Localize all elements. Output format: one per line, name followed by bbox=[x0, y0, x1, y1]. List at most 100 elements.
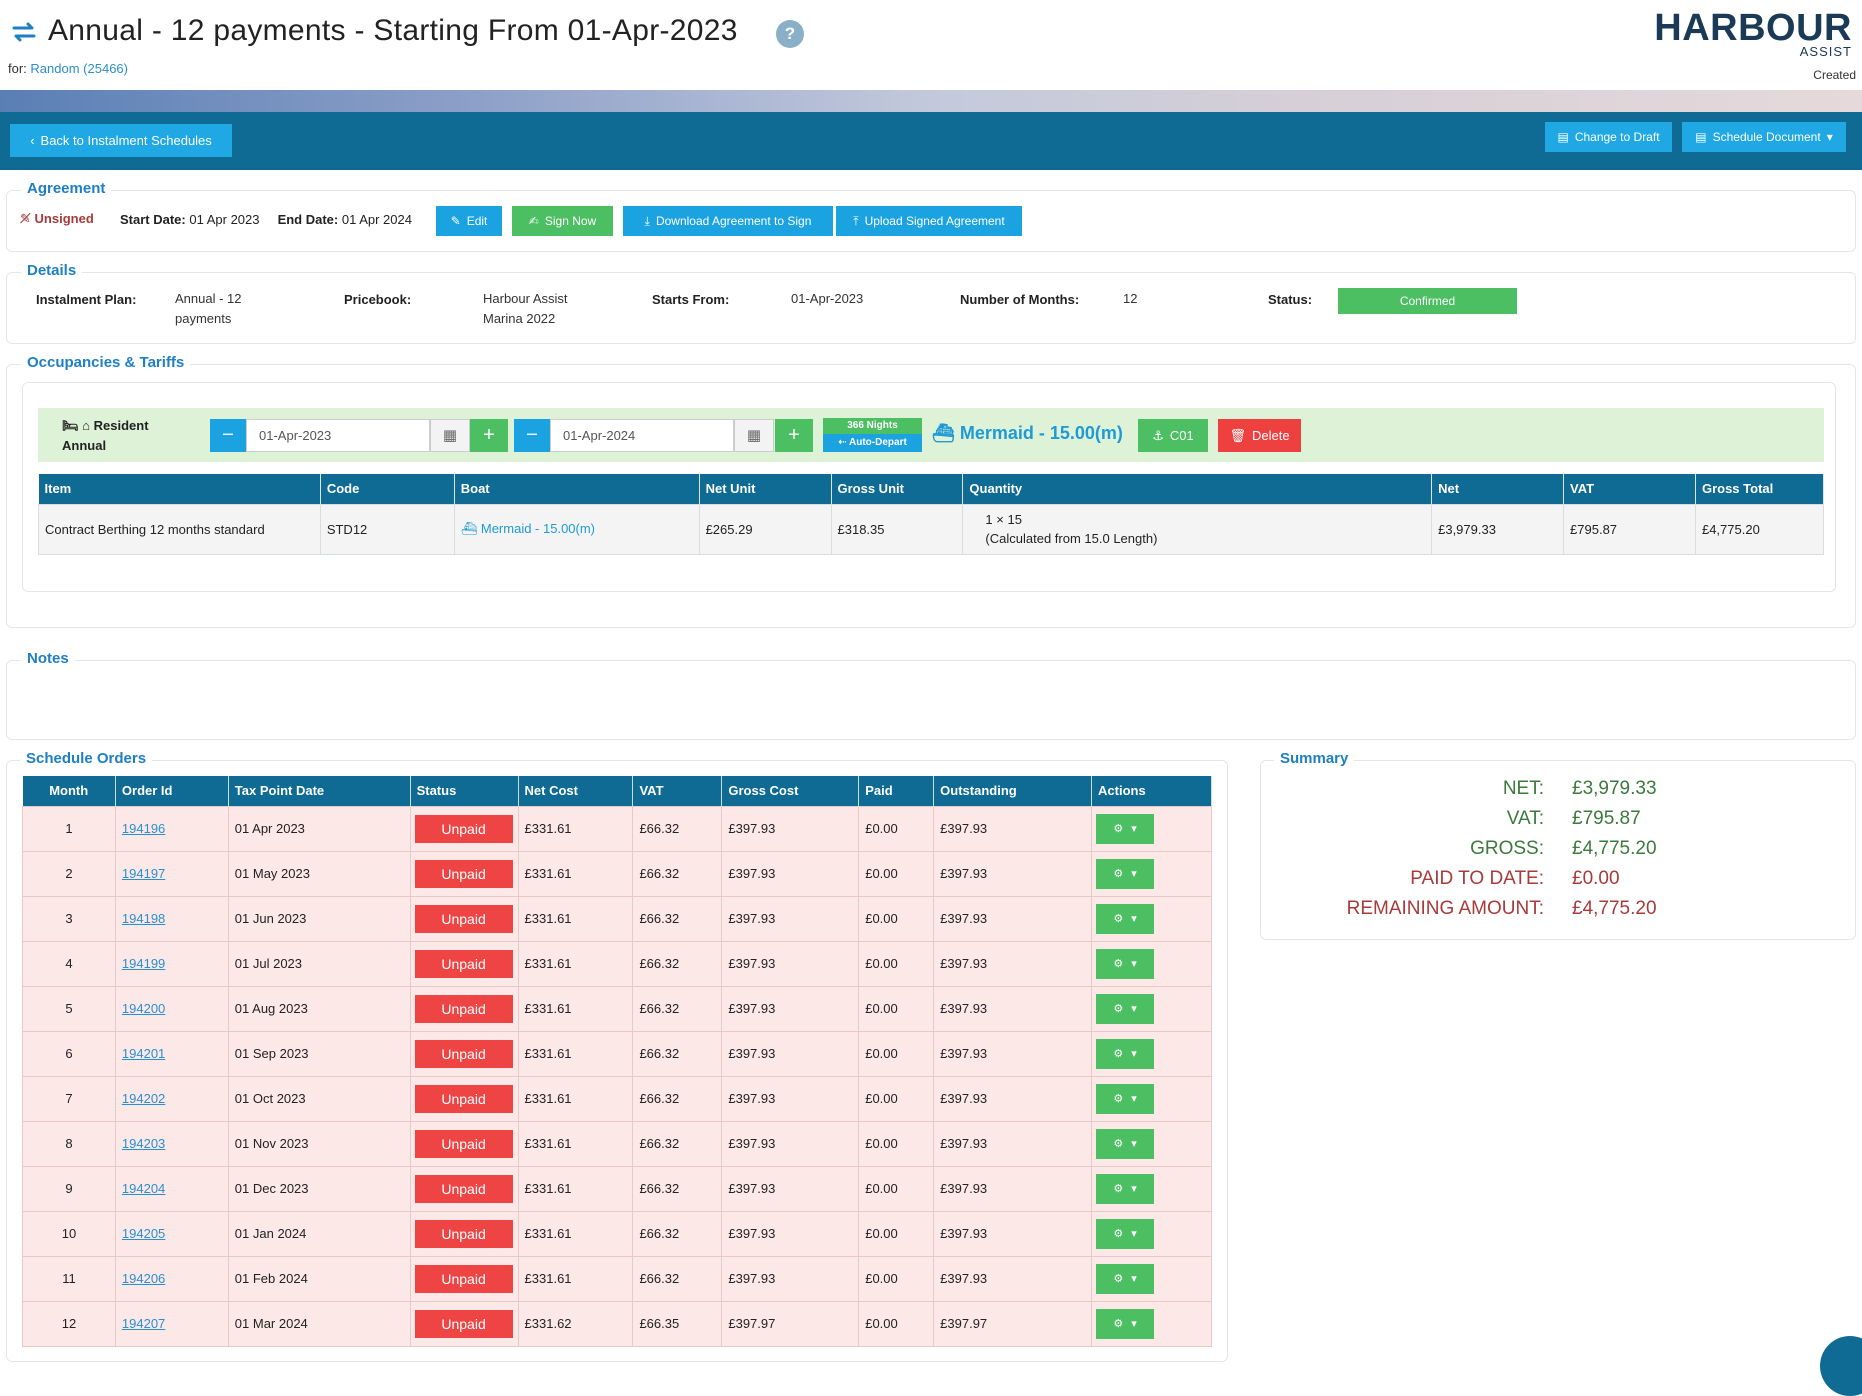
start-calendar-icon[interactable]: ▦ bbox=[430, 419, 470, 452]
net-cost-cell: £331.62 bbox=[517, 1300, 634, 1347]
document-icon: ▤ bbox=[1695, 130, 1707, 144]
paid-cell: £0.00 bbox=[858, 1210, 935, 1257]
gross-summary-label: GROSS: bbox=[1470, 838, 1544, 859]
row-actions-dropdown[interactable]: ⚙ ▾ bbox=[1096, 1083, 1155, 1114]
row-actions-dropdown[interactable]: ⚙ ▾ bbox=[1096, 813, 1155, 844]
remaining-summary-value: £4,775.20 bbox=[1572, 898, 1657, 919]
order-id-link[interactable]: 194204 bbox=[122, 1181, 165, 1196]
occupancy-type-line-2: Annual bbox=[62, 438, 107, 453]
boat-link[interactable]: ⛴ Mermaid - 15.00(m) bbox=[932, 423, 1123, 444]
vat-cell: £66.32 bbox=[632, 1120, 723, 1167]
order-id-link[interactable]: 194199 bbox=[122, 956, 165, 971]
order-id-link[interactable]: 194198 bbox=[122, 911, 165, 926]
boat-cell-link[interactable]: ⛴ Mermaid - 15.00(m) bbox=[461, 521, 595, 536]
end-date-decrement-button[interactable]: − bbox=[514, 419, 550, 452]
start-date-decrement-button[interactable]: − bbox=[210, 419, 246, 452]
row-actions-dropdown[interactable]: ⚙ ▾ bbox=[1096, 858, 1155, 889]
table-row: 6 194201 01 Sep 2023 Unpaid £331.61 £66.32 £39… bbox=[22, 1030, 1212, 1077]
gross-cost-cell: £397.93 bbox=[721, 1030, 860, 1077]
order-id-link[interactable]: 194203 bbox=[122, 1136, 165, 1151]
end-date-increment-button[interactable]: + bbox=[775, 419, 813, 452]
delete-occupancy-button[interactable]: 🗑 Delete bbox=[1218, 419, 1301, 452]
boat-icon: ⛴ bbox=[460, 521, 478, 536]
schedule-table-header: Month Order Id Tax Point Date Status Net… bbox=[22, 776, 1212, 806]
end-calendar-icon[interactable]: ▦ bbox=[734, 419, 774, 452]
table-row: 4 194199 01 Jul 2023 Unpaid £331.61 £66.32 £39… bbox=[22, 940, 1212, 987]
col-header: Tax Point Date bbox=[228, 776, 411, 806]
gears-icon: ⚙ bbox=[1113, 1273, 1124, 1285]
gears-icon: ⚙ bbox=[1113, 1093, 1124, 1105]
start-date-value: 01 Apr 2023 bbox=[189, 212, 260, 227]
download-agreement-button[interactable]: ⤓ Download Agreement to Sign bbox=[623, 206, 833, 236]
order-id-link[interactable]: 194207 bbox=[122, 1316, 165, 1331]
start-date-increment-button[interactable]: + bbox=[470, 419, 508, 452]
unpaid-badge: Unpaid bbox=[414, 949, 513, 978]
edit-icon: ✎ bbox=[450, 214, 461, 228]
order-id-link[interactable]: 194200 bbox=[122, 1001, 165, 1016]
row-actions-dropdown[interactable]: ⚙ ▾ bbox=[1096, 903, 1155, 934]
occupancy-type-line-1: Resident bbox=[93, 418, 149, 433]
change-to-draft-button[interactable]: ▤ Change to Draft bbox=[1545, 122, 1672, 152]
row-actions-dropdown[interactable]: ⚙ ▾ bbox=[1096, 1038, 1155, 1069]
plan-value-line-2: payments bbox=[175, 311, 232, 326]
col-header: Month bbox=[22, 776, 116, 806]
row-actions-dropdown[interactable]: ⚙ ▾ bbox=[1096, 1308, 1155, 1339]
details-legend: Details bbox=[21, 262, 83, 279]
gears-icon: ⚙ bbox=[1113, 868, 1124, 880]
upload-signed-agreement-button[interactable]: ⤒ Upload Signed Agreement bbox=[836, 206, 1022, 236]
col-header: Gross Cost bbox=[721, 776, 860, 806]
row-actions-dropdown[interactable]: ⚙ ▾ bbox=[1096, 1173, 1155, 1204]
gross-cost-cell: £397.93 bbox=[721, 850, 860, 897]
unpaid-badge: Unpaid bbox=[414, 1174, 513, 1203]
order-id-link[interactable]: 194201 bbox=[122, 1046, 165, 1061]
vat-cell: £66.32 bbox=[632, 940, 723, 987]
edit-agreement-button[interactable]: ✎ Edit bbox=[436, 206, 502, 236]
unpaid-badge: Unpaid bbox=[414, 1039, 513, 1068]
for-label: for: bbox=[8, 61, 27, 76]
bed-icon: 🛏 bbox=[62, 418, 79, 433]
order-id-link[interactable]: 194206 bbox=[122, 1271, 165, 1286]
actions-cell: ⚙ ▾ bbox=[1091, 850, 1212, 897]
plus-icon: + bbox=[483, 424, 495, 446]
caret-down-icon: ▾ bbox=[1131, 1228, 1137, 1240]
row-actions-dropdown[interactable]: ⚙ ▾ bbox=[1096, 1128, 1155, 1159]
vat-cell: £66.32 bbox=[632, 1075, 723, 1122]
schedule-document-dropdown[interactable]: ▤ Schedule Document ▾ bbox=[1682, 122, 1846, 152]
start-date-input[interactable]: 01-Apr-2023 bbox=[246, 419, 430, 452]
row-actions-dropdown[interactable]: ⚙ ▾ bbox=[1096, 1263, 1155, 1294]
order-id-link[interactable]: 194202 bbox=[122, 1091, 165, 1106]
starts-from-label: Starts From: bbox=[652, 292, 730, 307]
caret-down-icon: ▾ bbox=[1131, 1003, 1137, 1015]
row-actions-dropdown[interactable]: ⚙ ▾ bbox=[1096, 948, 1155, 979]
summary-values: NET: £3,979.33 VAT: £795.87 GROSS: £4,77… bbox=[1260, 778, 1856, 928]
download-icon: ⤓ bbox=[644, 213, 650, 228]
sign-now-label: Sign Now bbox=[544, 214, 597, 228]
table-row: Contract Berthing 12 months standard STD… bbox=[38, 503, 1825, 555]
quantity-line-1: 1 × 15 bbox=[985, 512, 1022, 527]
chat-launcher-button[interactable] bbox=[1820, 1336, 1862, 1396]
end-date-input[interactable]: 01-Apr-2024 bbox=[550, 419, 734, 452]
paid-summary-label: PAID TO DATE: bbox=[1410, 868, 1544, 889]
col-header: Quantity bbox=[962, 474, 1433, 504]
berth-button[interactable]: ⚓ C01 bbox=[1138, 419, 1208, 452]
unsigned-icon: ✎̸ bbox=[20, 211, 31, 226]
gears-icon: ⚙ bbox=[1113, 913, 1124, 925]
agreement-legend: Agreement bbox=[21, 180, 112, 197]
caret-down-icon: ▾ bbox=[1131, 823, 1137, 835]
delete-label: Delete bbox=[1251, 428, 1290, 443]
order-id-link[interactable]: 194196 bbox=[122, 821, 165, 836]
details-panel bbox=[6, 272, 1856, 344]
table-row: 3 194198 01 Jun 2023 Unpaid £331.61 £66.32 £39… bbox=[22, 895, 1212, 942]
order-id-link[interactable]: 194197 bbox=[122, 866, 165, 881]
row-actions-dropdown[interactable]: ⚙ ▾ bbox=[1096, 1218, 1155, 1249]
customer-link[interactable]: Random (25466) bbox=[30, 61, 128, 76]
pricebook-line-2: Marina 2022 bbox=[483, 311, 556, 326]
order-id-link[interactable]: 194205 bbox=[122, 1226, 165, 1241]
unsigned-status: ✎̸ Unsigned bbox=[20, 211, 94, 227]
notes-panel[interactable] bbox=[6, 660, 1856, 740]
actions-cell: ⚙ ▾ bbox=[1091, 1255, 1212, 1302]
row-actions-dropdown[interactable]: ⚙ ▾ bbox=[1096, 993, 1155, 1024]
help-icon[interactable]: ? bbox=[776, 20, 804, 48]
back-to-schedules-button[interactable]: ‹ Back to Instalment Schedules bbox=[10, 124, 232, 157]
sign-now-button[interactable]: ✍ Sign Now bbox=[512, 206, 613, 236]
